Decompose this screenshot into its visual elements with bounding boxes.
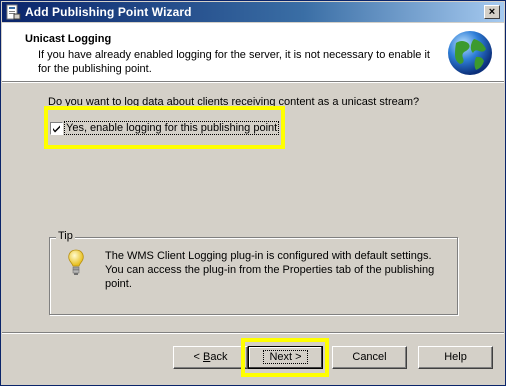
help-button[interactable]: Help [418, 346, 493, 369]
enable-logging-checkbox[interactable] [50, 122, 63, 135]
back-button-label-rest: ack [210, 351, 228, 363]
tip-legend: Tip [56, 230, 75, 242]
wizard-app-icon [6, 4, 21, 20]
header-divider-highlight [2, 82, 504, 83]
checkmark-icon [53, 125, 60, 133]
page-title: Unicast Logging [25, 33, 112, 45]
close-button[interactable]: × [484, 5, 500, 19]
help-button-label: Help [444, 351, 467, 363]
footer-divider-highlight [2, 333, 504, 334]
back-button-prefix: < [193, 351, 203, 363]
enable-logging-label[interactable]: Yes, enable logging for this publishing … [63, 121, 280, 135]
close-icon: × [488, 6, 496, 18]
back-button[interactable]: < Back [173, 346, 248, 369]
page-description: If you have already enabled logging for … [38, 49, 430, 75]
tip-text: The WMS Client Logging plug-in is config… [105, 250, 435, 290]
cancel-button-label: Cancel [352, 351, 387, 363]
wizard-window: Add Publishing Point Wizard × Unicast Lo… [0, 0, 506, 386]
wizard-header: Unicast Logging If you have already enab… [2, 23, 504, 81]
title-bar[interactable]: Add Publishing Point Wizard × [2, 2, 504, 22]
next-button-highlight [241, 338, 329, 377]
cancel-button[interactable]: Cancel [332, 346, 407, 369]
window-title: Add Publishing Point Wizard [25, 5, 192, 19]
globe-icon [448, 31, 492, 75]
lightbulb-icon [68, 249, 84, 275]
